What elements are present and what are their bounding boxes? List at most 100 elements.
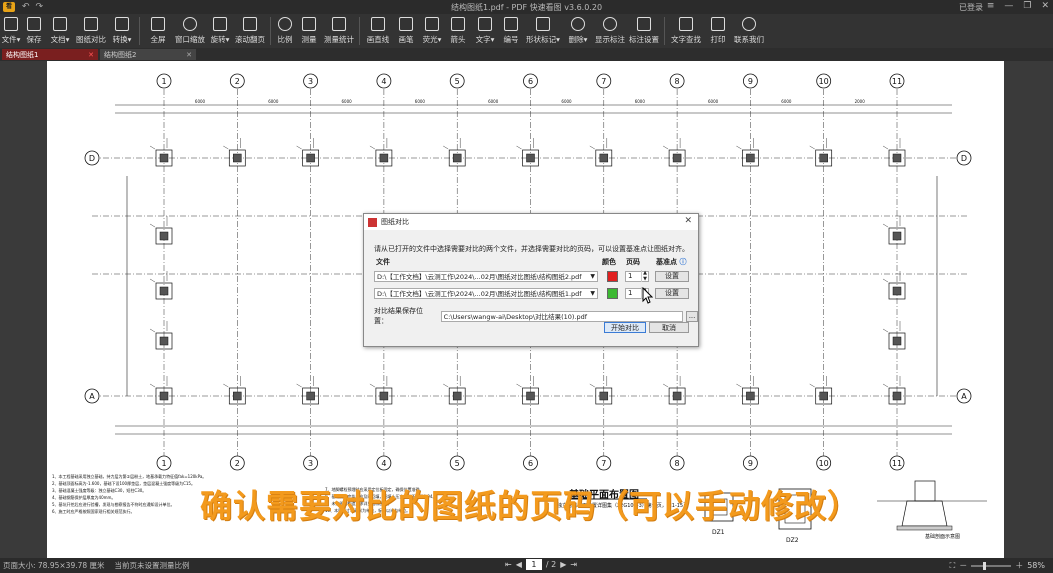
shape-icon — [536, 17, 550, 31]
base-point-set-button-2[interactable]: 设置 — [655, 287, 689, 299]
color-swatch-red[interactable] — [607, 270, 618, 282]
tab-close-icon[interactable]: ✕ — [88, 51, 94, 59]
toolbar-label: 画笔 — [398, 35, 414, 44]
toolbar-shape-button[interactable]: 形状标记▾ — [523, 14, 563, 48]
file-select-value: D:\【工作文档】\云测工作\2024\...02月\图纸对比图纸\结构图纸2.… — [377, 273, 582, 281]
dimension-text: 6000 — [488, 99, 499, 104]
last-page-icon[interactable]: ⇥ — [570, 560, 577, 569]
tab-document-1[interactable]: 结构图纸1 ✕ — [2, 49, 98, 60]
file-select-1[interactable]: D:\【工作文档】\云测工作\2024\...02月\图纸对比图纸\结构图纸2.… — [374, 270, 598, 282]
page-navigator: ⇤ ◀ 1 / 2 ▶ ⇥ — [505, 559, 577, 570]
toolbar-line-button[interactable]: 画直线 — [363, 14, 393, 48]
axis-number-bottom: 2 — [235, 459, 240, 468]
arrow-icon — [451, 17, 465, 31]
toolbar-label: 删除▾ — [568, 35, 588, 44]
prev-page-icon[interactable]: ◀ — [516, 560, 522, 569]
toolbar-label: 文字查找 — [671, 35, 701, 44]
browse-button[interactable]: ... — [686, 310, 698, 322]
file-select-2[interactable]: D:\【工作文档】\云测工作\2024\...02月\图纸对比图纸\结构图纸1.… — [374, 287, 598, 299]
toolbar-scroll-button[interactable]: 滚动翻页 — [233, 14, 267, 48]
leader-line — [369, 145, 376, 150]
toolbar-eraser-button[interactable]: 删除▾ — [563, 14, 593, 48]
next-page-icon[interactable]: ▶ — [560, 560, 566, 569]
cancel-button[interactable]: 取消 — [649, 322, 689, 333]
user-login-status[interactable]: 已登录 — [959, 2, 983, 13]
toolbar-folder-button[interactable]: 文件▾ — [0, 14, 22, 48]
toolbar-measure-button[interactable]: 测量 — [296, 14, 322, 48]
axis-number-bottom: 4 — [381, 459, 386, 468]
leader-line — [589, 383, 595, 388]
menu-icon[interactable]: ≡ — [987, 1, 995, 11]
toolbar-highlighter-button[interactable]: 荧光▾ — [419, 14, 445, 48]
current-page-input[interactable]: 1 — [525, 559, 542, 570]
rotate-icon — [213, 17, 227, 31]
zoom-out-icon[interactable]: － — [959, 560, 967, 571]
close-icon[interactable]: ✕ — [1041, 1, 1049, 11]
toolbar-measure-stats-button[interactable]: 测量统计 — [322, 14, 356, 48]
tab-document-2[interactable]: 结构图纸2 ✕ — [100, 49, 196, 60]
dz2-label: DZ2 — [786, 537, 799, 544]
minimize-icon[interactable]: — — [1004, 1, 1013, 11]
toolbar-scale-button[interactable]: 比例 — [274, 14, 296, 48]
toolbar-label: 标注设置 — [629, 35, 659, 44]
dimension-text: 6000 — [268, 99, 279, 104]
first-page-icon[interactable]: ⇤ — [505, 560, 512, 569]
start-compare-button[interactable]: 开始对比 — [604, 322, 646, 333]
line-icon — [371, 17, 385, 31]
leader-line — [369, 383, 376, 388]
info-icon[interactable]: ⓘ — [679, 258, 686, 266]
toolbar-label: 文字▾ — [475, 35, 495, 44]
column — [159, 153, 169, 163]
axis-number-bottom: 5 — [455, 459, 460, 468]
base-point-set-button-1[interactable]: 设置 — [655, 270, 689, 282]
toolbar-settings-button[interactable]: 标注设置 — [627, 14, 661, 48]
header-color: 颜色 — [602, 258, 616, 266]
maximize-icon[interactable]: ❐ — [1023, 1, 1031, 11]
toolbar-label: 显示标注 — [595, 35, 625, 44]
column — [159, 391, 169, 401]
toolbar-headset-button[interactable]: 联系我们 — [732, 14, 766, 48]
toolbar-separator — [664, 17, 665, 45]
fit-icon[interactable]: ⛶ — [950, 561, 956, 571]
leader-line — [296, 383, 302, 388]
toolbar-number-button[interactable]: 编号 — [499, 14, 523, 48]
toolbar-print-button[interactable]: 打印 — [704, 14, 732, 48]
spin-arrows-icon[interactable]: ▲▼ — [641, 270, 648, 282]
toolbar-fullscreen-button[interactable]: 全屏 — [143, 14, 173, 48]
zoom-in-icon[interactable]: ＋ — [1015, 560, 1023, 571]
toolbar-zoom-button[interactable]: 窗口缩放 — [173, 14, 207, 48]
column — [306, 391, 315, 401]
axis-number-top: 1 — [161, 77, 166, 86]
leader-line — [516, 383, 522, 388]
toolbar-text-search-button[interactable]: 文字查找 — [668, 14, 704, 48]
axis-number-bottom: 11 — [892, 459, 902, 468]
page-spinner-1[interactable]: 1 ▲ ▼ — [625, 270, 649, 282]
toolbar-save-button[interactable]: 保存 — [22, 14, 46, 48]
tab-close-icon[interactable]: ✕ — [186, 51, 192, 59]
toolbar-compare-button[interactable]: 图纸对比 — [74, 14, 108, 48]
leader-line — [223, 145, 229, 150]
dialog-title: 图纸对比 — [381, 218, 409, 226]
axis-number-top: 8 — [675, 77, 680, 86]
leader-line — [882, 328, 889, 333]
text-icon — [478, 17, 492, 31]
toolbar-document-button[interactable]: 文档▾ — [46, 14, 74, 48]
axis-number-top: 5 — [455, 77, 460, 86]
toolbar-rotate-button[interactable]: 旋转▾ — [207, 14, 233, 48]
toolbar-pen-button[interactable]: 画笔 — [393, 14, 419, 48]
section-footing — [901, 500, 948, 527]
toolbar-convert-button[interactable]: 转换▾ — [108, 14, 136, 48]
toolbar-arrow-button[interactable]: 箭头 — [445, 14, 471, 48]
scale-icon — [278, 17, 292, 31]
zoom-slider-knob[interactable] — [983, 561, 987, 570]
header-file: 文件 — [376, 258, 390, 266]
color-swatch-green[interactable] — [607, 287, 618, 299]
toolbar-eye-button[interactable]: 显示标注 — [593, 14, 627, 48]
dialog-close-icon[interactable]: ✕ — [684, 216, 692, 226]
zoom-slider[interactable] — [971, 561, 1012, 570]
save-path-input[interactable]: C:\Users\wangw-ai\Desktop\对比结果(10).pdf — [440, 310, 684, 322]
column — [159, 231, 169, 241]
text-search-icon — [679, 17, 693, 31]
dimension-text: 6000 — [195, 99, 206, 104]
toolbar-text-button[interactable]: 文字▾ — [471, 14, 499, 48]
